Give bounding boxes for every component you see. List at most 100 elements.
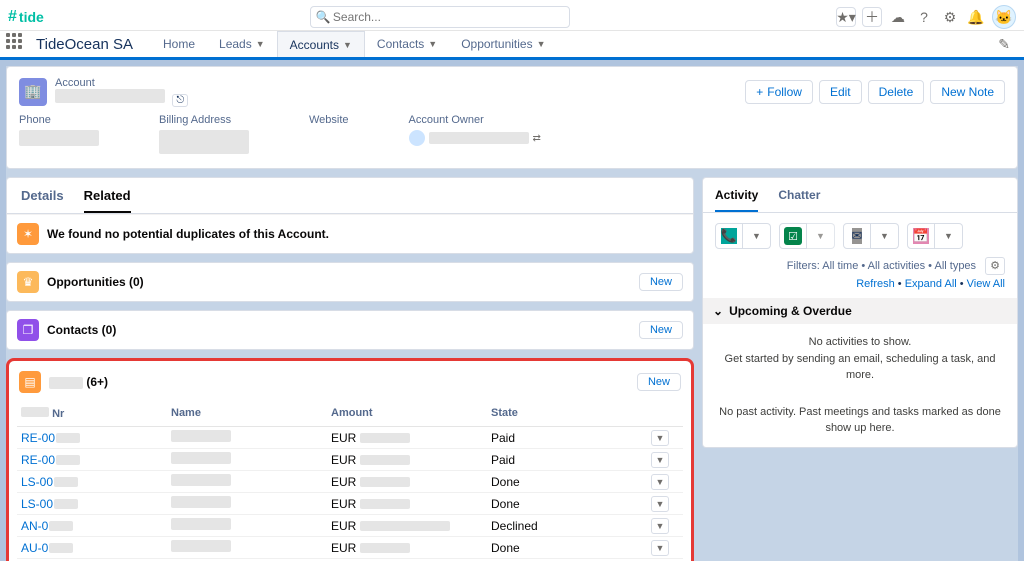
invoice-row: LS-00EUR Done▼ (17, 471, 683, 493)
invoice-amount-redacted (360, 455, 410, 465)
new-contact-button[interactable]: New (639, 321, 683, 339)
expand-all-link[interactable]: Expand All (905, 278, 957, 290)
invoice-nr-link[interactable]: RE-00 (21, 431, 55, 445)
log-call-dropdown[interactable]: ▼ (743, 223, 771, 249)
row-actions-menu[interactable]: ▼ (651, 496, 669, 512)
invoice-amount-redacted (360, 499, 410, 509)
opportunities-heading[interactable]: Opportunities (0) (47, 275, 631, 289)
tab-activity[interactable]: Activity (715, 188, 758, 212)
notifications-bell-icon[interactable]: 🔔 (966, 7, 986, 27)
chevron-down-icon: ▼ (343, 40, 352, 50)
email-button[interactable]: ✉ (843, 223, 871, 249)
upcoming-overdue-header[interactable]: ⌄ Upcoming & Overdue (703, 298, 1017, 324)
new-opportunity-button[interactable]: New (639, 273, 683, 291)
delete-button[interactable]: Delete (868, 80, 925, 104)
invoice-nr-link[interactable]: LS-00 (21, 497, 53, 511)
owner-value-redacted (429, 132, 529, 144)
contacts-heading[interactable]: Contacts (0) (47, 323, 631, 337)
invoice-currency: EUR (331, 475, 356, 489)
contact-icon: ❐ (17, 319, 39, 341)
app-launcher-icon[interactable] (6, 33, 28, 55)
phone-value-redacted (19, 130, 99, 146)
account-entity-icon: 🏢 (19, 78, 47, 106)
activity-filters: Filters: All time • All activities • All… (703, 259, 1017, 278)
chevron-down-icon: ▼ (428, 39, 437, 49)
tab-related[interactable]: Related (84, 188, 131, 213)
invoice-state: Done (491, 497, 651, 511)
hierarchy-icon[interactable]: ⎋ (172, 94, 188, 107)
tab-details[interactable]: Details (21, 188, 64, 213)
email-dropdown[interactable]: ▼ (871, 223, 899, 249)
invoice-row: AN-0EUR Declined▼ (17, 515, 683, 537)
view-all-activity-link[interactable]: View All (967, 278, 1005, 290)
invoices-related-list: ▤ (6+) New Nr Name Amount State RE-00EUR… (6, 358, 694, 561)
help-icon[interactable]: ? (914, 7, 934, 27)
nav-leads[interactable]: Leads▼ (207, 31, 277, 57)
invoice-currency: EUR (331, 497, 356, 511)
invoice-amount-redacted (360, 477, 410, 487)
invoice-nr-link[interactable]: AU-0 (21, 541, 48, 555)
nav-opportunities[interactable]: Opportunities▼ (449, 31, 557, 57)
invoice-amount-redacted (360, 433, 410, 443)
filter-settings-icon[interactable]: ⚙ (985, 257, 1005, 275)
change-owner-icon[interactable]: ⇄ (533, 133, 541, 144)
invoice-currency: EUR (331, 453, 356, 467)
new-event-button[interactable]: 📅 (907, 223, 935, 249)
nav-accounts[interactable]: Accounts▼ (277, 31, 365, 57)
invoice-row: RE-00 EUR Paid▼ (17, 449, 683, 471)
invoice-row: AU-0EUR Done▼ (17, 537, 683, 559)
duplicates-message: We found no potential duplicates of this… (47, 227, 683, 241)
invoice-nr-link[interactable]: RE-00 (21, 453, 55, 467)
invoice-name-redacted (171, 430, 231, 442)
salesforce-cloud-icon[interactable]: ☁ (888, 7, 908, 27)
invoice-currency: EUR (331, 541, 356, 555)
chevron-down-icon: ▼ (537, 39, 546, 49)
new-event-dropdown[interactable]: ▼ (935, 223, 963, 249)
field-label-owner: Account Owner (409, 114, 541, 126)
new-task-dropdown[interactable]: ▼ (807, 223, 835, 249)
row-actions-menu[interactable]: ▼ (651, 540, 669, 556)
row-actions-menu[interactable]: ▼ (651, 518, 669, 534)
col-nr: Nr (52, 408, 64, 420)
col-state: State (491, 407, 651, 420)
invoices-heading[interactable]: (6+) (49, 375, 629, 389)
chevron-down-icon: ⌄ (713, 304, 723, 318)
follow-button[interactable]: +Follow (745, 80, 813, 104)
new-task-button[interactable]: ☑ (779, 223, 807, 249)
field-label-phone: Phone (19, 114, 99, 126)
row-actions-menu[interactable]: ▼ (651, 430, 669, 446)
duplicate-icon: ✶ (17, 223, 39, 245)
record-header: 🏢 Account ⎋ +Follow Edit Delete New Note… (6, 66, 1018, 169)
global-actions-icon[interactable]: ＋ (862, 7, 882, 27)
invoice-nr-link[interactable]: AN-0 (21, 519, 48, 533)
new-invoice-button[interactable]: New (637, 373, 681, 391)
invoice-nr-link[interactable]: LS-00 (21, 475, 53, 489)
edit-nav-pencil-icon[interactable]: ✎ (990, 36, 1018, 53)
favorites-icon[interactable]: ★▾ (836, 7, 856, 27)
tab-chatter[interactable]: Chatter (778, 188, 820, 212)
logo-text: tide (19, 9, 44, 25)
edit-button[interactable]: Edit (819, 80, 862, 104)
row-actions-menu[interactable]: ▼ (651, 452, 669, 468)
row-actions-menu[interactable]: ▼ (651, 474, 669, 490)
invoice-state: Paid (491, 431, 651, 445)
global-search[interactable]: 🔍 (310, 6, 570, 28)
get-started-text: Get started by sending an email, schedul… (717, 351, 1003, 384)
hash-icon: # (8, 8, 17, 26)
invoice-state: Paid (491, 453, 651, 467)
nav-contacts[interactable]: Contacts▼ (365, 31, 449, 57)
app-logo[interactable]: # tide (8, 8, 44, 26)
refresh-link[interactable]: Refresh (856, 278, 895, 290)
owner-avatar-icon (409, 130, 425, 146)
new-note-button[interactable]: New Note (930, 80, 1005, 104)
user-avatar[interactable]: 🐱 (992, 5, 1016, 29)
invoice-name-redacted (171, 496, 231, 508)
nav-home[interactable]: Home (151, 31, 207, 57)
setup-gear-icon[interactable]: ⚙ (940, 7, 960, 27)
invoice-name-redacted (171, 452, 231, 464)
invoice-row: RE-00EUR Paid▼ (17, 427, 683, 449)
invoices-icon: ▤ (19, 371, 41, 393)
log-call-button[interactable]: 📞 (715, 223, 743, 249)
search-input[interactable] (310, 6, 570, 28)
no-activities-text: No activities to show. (717, 334, 1003, 351)
